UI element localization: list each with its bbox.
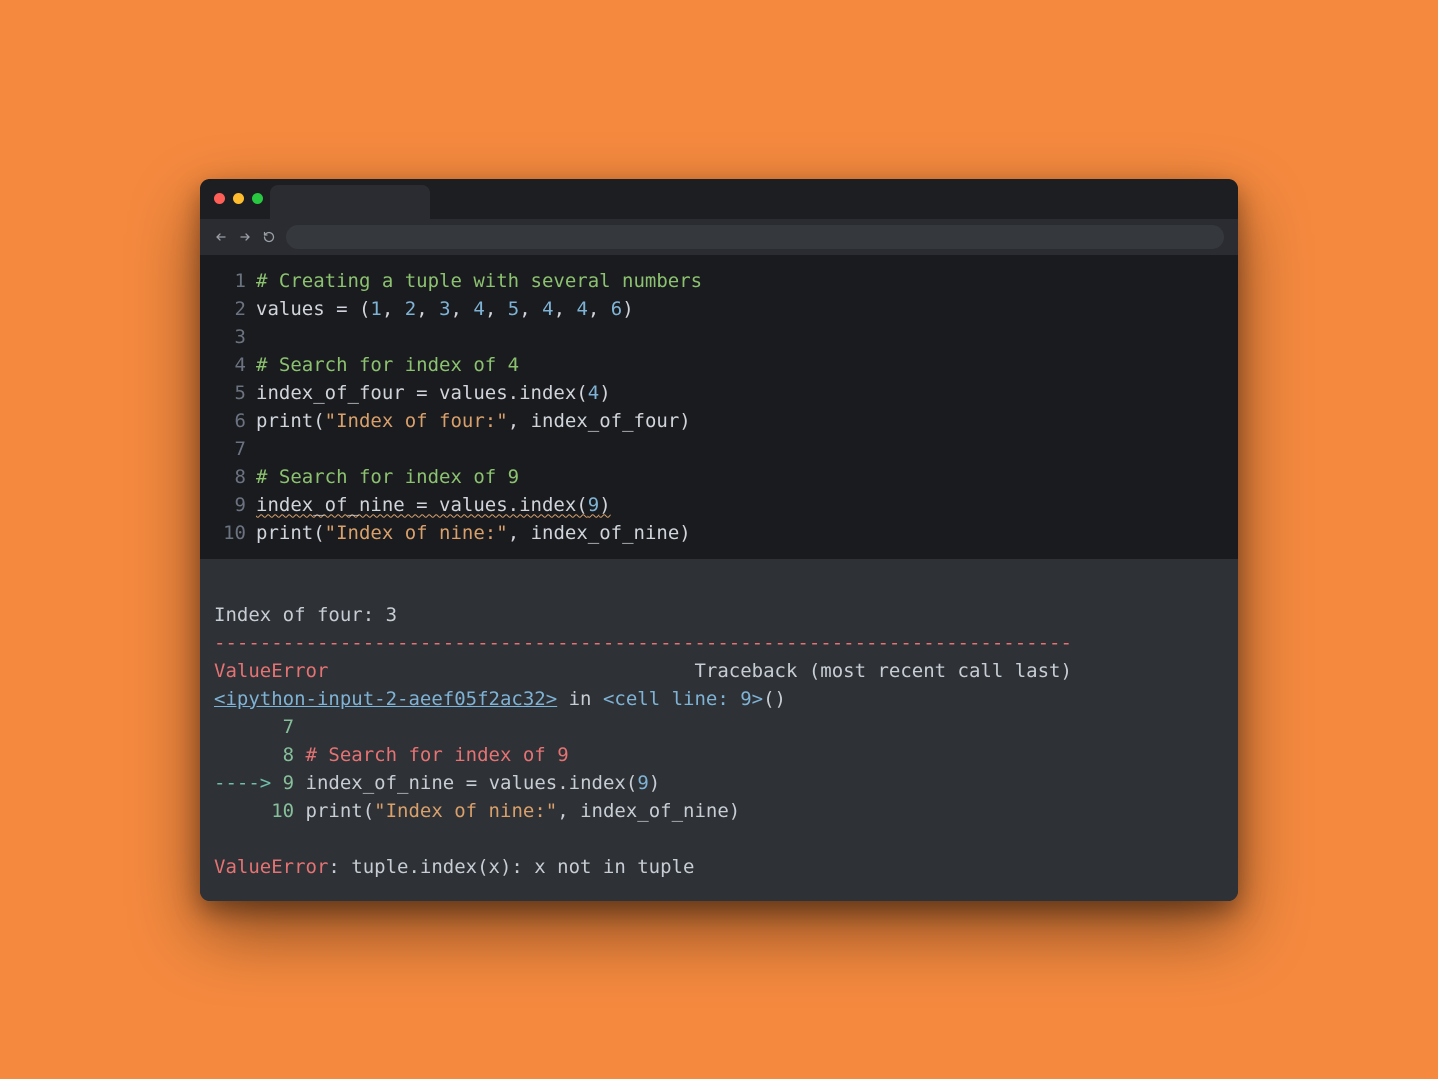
line-number: 2 (200, 295, 256, 323)
line-number: 6 (200, 407, 256, 435)
code-line: 6print("Index of four:", index_of_four) (200, 407, 1234, 435)
code-editor: 1# Creating a tuple with several numbers… (200, 255, 1238, 559)
error-name: ValueError (214, 660, 328, 682)
code-line: 10print("Index of nine:", index_of_nine) (200, 519, 1234, 547)
code-line: 3 (200, 323, 1234, 351)
line-number: 3 (200, 323, 256, 351)
browser-window: 1# Creating a tuple with several numbers… (200, 179, 1238, 901)
code-line: 5index_of_four = values.index(4) (200, 379, 1234, 407)
tb-lineno-10: 10 (271, 800, 294, 822)
code-line: 7 (200, 435, 1234, 463)
close-icon[interactable] (214, 193, 225, 204)
code-content[interactable]: # Search for index of 9 (256, 463, 519, 491)
stdout-line: Index of four: 3 (214, 604, 397, 626)
line-number: 9 (200, 491, 256, 519)
tb-line-8-body: # Search for index of 9 (294, 744, 569, 766)
browser-tab[interactable] (270, 185, 430, 219)
code-line: 8# Search for index of 9 (200, 463, 1234, 491)
code-line: 1# Creating a tuple with several numbers (200, 267, 1234, 295)
ipython-input-link[interactable]: <ipython-input-2-aeef05f2ac32> (214, 688, 557, 710)
forward-icon[interactable] (238, 231, 252, 243)
final-error-msg: : tuple.index(x): x not in tuple (328, 856, 694, 878)
tb-lineno-8: 8 (283, 744, 294, 766)
code-content[interactable]: print("Index of four:", index_of_four) (256, 407, 691, 435)
line-number: 10 (200, 519, 256, 547)
line-number: 8 (200, 463, 256, 491)
toolbar (200, 219, 1238, 255)
tb-lineno-7: 7 (283, 716, 294, 738)
maximize-icon[interactable] (252, 193, 263, 204)
line-number: 7 (200, 435, 256, 463)
traffic-lights (200, 193, 263, 204)
code-content[interactable]: # Creating a tuple with several numbers (256, 267, 702, 295)
traceback-label: Traceback (most recent call last) (694, 660, 1072, 682)
back-icon[interactable] (214, 231, 228, 243)
traceback-arrow: ----> (214, 772, 283, 794)
code-content[interactable]: index_of_nine = values.index(9) (256, 491, 611, 519)
line-number: 4 (200, 351, 256, 379)
code-line: 9index_of_nine = values.index(9) (200, 491, 1234, 519)
minimize-icon[interactable] (233, 193, 244, 204)
titlebar (200, 179, 1238, 219)
line-number: 5 (200, 379, 256, 407)
tb-lineno-9: 9 (283, 772, 294, 794)
traceback-separator: ----------------------------------------… (214, 632, 1072, 654)
code-content[interactable]: # Search for index of 4 (256, 351, 519, 379)
code-content[interactable]: print("Index of nine:", index_of_nine) (256, 519, 691, 547)
output-pane: Index of four: 3 -----------------------… (200, 559, 1238, 901)
cell-line-ref: <cell line: 9> (603, 688, 763, 710)
line-number: 1 (200, 267, 256, 295)
code-line: 4# Search for index of 4 (200, 351, 1234, 379)
code-content[interactable]: values = (1, 2, 3, 4, 5, 4, 4, 6) (256, 295, 634, 323)
code-content[interactable]: index_of_four = values.index(4) (256, 379, 611, 407)
url-bar[interactable] (286, 225, 1224, 249)
code-line: 2values = (1, 2, 3, 4, 5, 4, 4, 6) (200, 295, 1234, 323)
reload-icon[interactable] (262, 231, 276, 243)
final-error-name: ValueError (214, 856, 328, 878)
